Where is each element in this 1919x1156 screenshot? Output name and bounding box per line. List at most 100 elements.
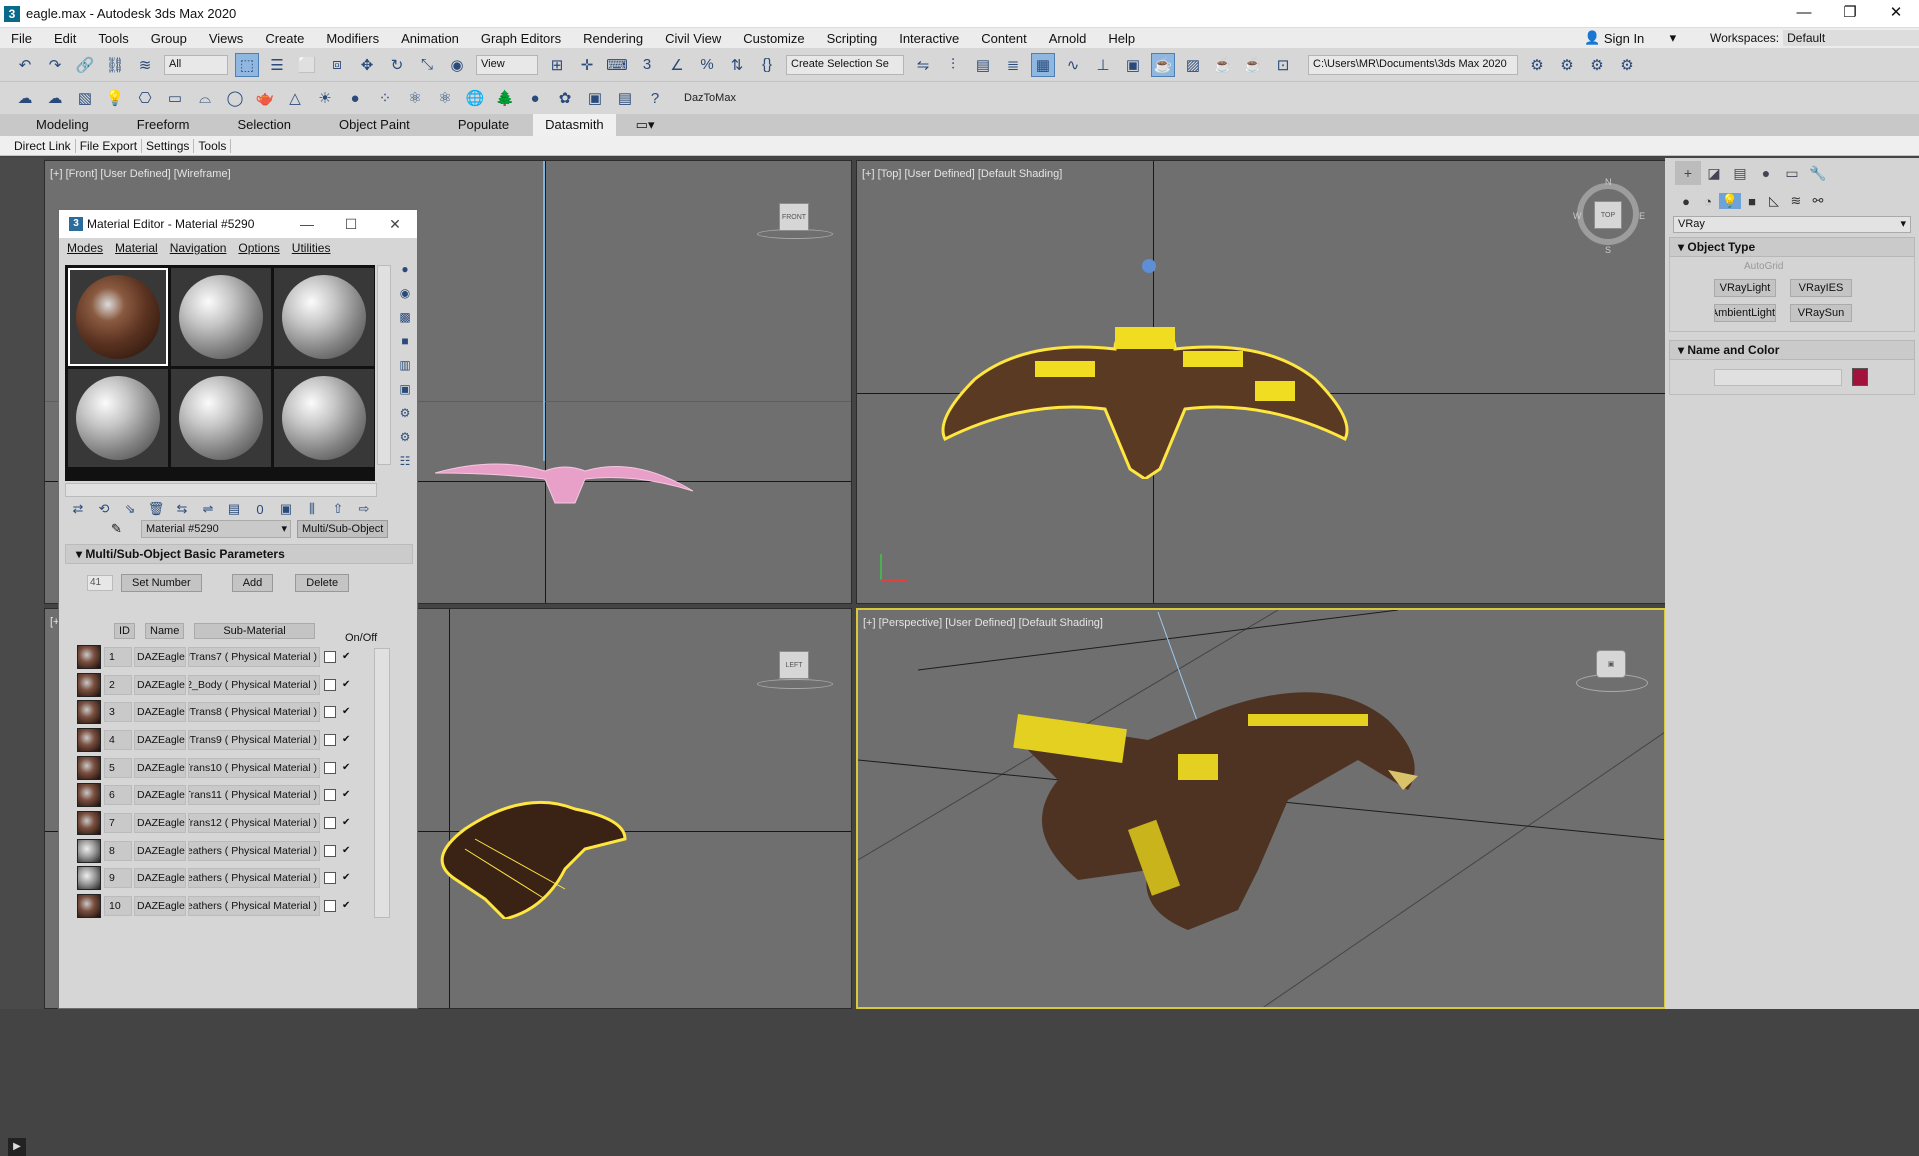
sun-icon[interactable]: ☀ [313,86,337,110]
me-maximize-button[interactable]: ☐ [329,216,373,233]
set-number-button[interactable]: Set Number [121,574,202,592]
table-row[interactable]: 9DAZEagle2DAZEagle2_SpinesFeathers ( Phy… [77,865,377,893]
object-color-swatch[interactable] [1852,368,1868,386]
utilities-tab-icon[interactable]: 🔧 [1805,161,1831,185]
row-name[interactable]: DAZEagle2 [134,785,186,806]
selection-filter-select[interactable]: All [164,54,228,75]
row-name[interactable]: DAZEagle2 [134,868,186,889]
dome-light-icon[interactable]: ⌓ [193,86,217,110]
motion-tab-icon[interactable]: ● [1753,161,1779,185]
snaps-toggle-icon[interactable]: 3 [635,53,659,77]
render-production-icon[interactable]: ☕ [1211,53,1235,77]
material-id-channel-icon[interactable]: 0 [247,502,273,517]
row-color-checkbox[interactable] [324,706,336,719]
multi-sub-object-rollout[interactable]: ▾ Multi/Sub-Object Basic Parameters [65,544,413,564]
menu-animation[interactable]: Animation [390,31,470,46]
row-name[interactable]: DAZEagle2 [134,812,186,833]
menu-file[interactable]: File [0,31,43,46]
keyboard-shortcut-icon[interactable]: ⌨ [605,53,629,77]
row-on-checkbox[interactable]: ✔ [342,817,354,829]
me-menu-modes[interactable]: Modes [63,241,111,255]
sample-slot[interactable] [68,369,168,467]
go-to-parent-icon[interactable]: ⇧ [325,501,351,517]
backlight-icon[interactable]: ◉ [395,286,415,310]
row-submaterial-button[interactable]: DAZEagle2_BodyTrans7 ( Physical Material… [188,646,320,667]
options-icon[interactable]: ⚙ [395,406,415,430]
row-name[interactable]: DAZEagle2 [134,646,186,667]
rect-selection-icon[interactable]: ⬜ [295,53,319,77]
submaterial-swatch[interactable] [77,672,101,697]
percent-snap-icon[interactable]: % [695,53,719,77]
tab-populate[interactable]: Populate [434,114,533,136]
autogrid-checkbox[interactable]: AutoGrid [1674,261,1910,277]
window-crossing-icon[interactable]: ⧈ [325,53,349,77]
angle-snap-icon[interactable]: ∠ [665,53,689,77]
menu-tools[interactable]: Tools [87,31,139,46]
sign-in-button[interactable]: 👤 Sign In ▾ [1584,28,1676,48]
pivot-icon[interactable]: ⊞ [545,53,569,77]
menu-graph-editors[interactable]: Graph Editors [470,31,572,46]
set-project-icon[interactable]: ⚙ [1555,53,1579,77]
add-button[interactable]: Add [231,574,274,592]
show-shaded-icon[interactable]: ▣ [273,501,299,517]
col-name[interactable]: Name [145,623,185,639]
menu-customize[interactable]: Customize [732,31,815,46]
globe-icon[interactable]: 🌐 [463,86,487,110]
name-color-rollout[interactable]: ▾ Name and Color [1669,340,1915,360]
hierarchy-tab-icon[interactable]: ▤ [1727,161,1753,185]
submaterial-swatch[interactable] [77,810,101,835]
helpers-icon[interactable]: ◺ [1763,193,1785,209]
menu-arnold[interactable]: Arnold [1038,31,1098,46]
show-end-result-icon[interactable]: ⫼ [299,501,325,517]
sphere-icon[interactable]: ● [343,86,367,110]
ribbon-options-icon[interactable]: ▭▾ [616,114,675,136]
row-on-checkbox[interactable]: ✔ [342,734,354,746]
project-folder-icon[interactable]: ⚙ [1525,53,1549,77]
slots-vertical-scrollbar[interactable] [377,265,391,465]
get-material-icon[interactable]: ⇄ [65,501,91,517]
daztomax-label[interactable]: DazToMax [684,92,736,104]
render-icon[interactable]: ▣ [583,86,607,110]
reset-map-icon[interactable]: 🗑 [143,501,169,517]
make-unique-icon[interactable]: ⇌ [195,501,221,517]
menu-interactive[interactable]: Interactive [888,31,970,46]
image-icon[interactable]: ▧ [73,86,97,110]
category-select[interactable]: VRay ▾ [1673,216,1911,233]
material-type-button[interactable]: Multi/Sub-Object [297,520,389,538]
row-color-checkbox[interactable] [324,789,336,802]
table-row[interactable]: 10DAZEagle2DAZEagle2_LegFeathers ( Physi… [77,892,377,920]
row-submaterial-button[interactable]: DAZEagle2_BodyTrans12 ( Physical Materia… [188,812,320,833]
sample-slot[interactable] [68,268,168,366]
row-color-checkbox[interactable] [324,900,336,913]
col-submaterial[interactable]: Sub-Material [194,623,315,639]
material-editor-icon[interactable]: ▣ [1121,53,1145,77]
palette-icon[interactable]: ✿ [553,86,577,110]
menu-views[interactable]: Views [198,31,254,46]
toggle-ribbon-icon[interactable]: ▦ [1031,52,1055,77]
material-navigator-icon[interactable]: ☷ [395,454,415,478]
viewcube-front[interactable]: FRONT [779,203,809,231]
row-name[interactable]: DAZEagle2 [134,757,186,778]
sample-slot[interactable] [274,268,374,366]
menu-content[interactable]: Content [970,31,1038,46]
frame-buffer-icon[interactable]: ▤ [613,86,637,110]
grid-icon[interactable]: ⁘ [373,86,397,110]
object-type-rollout[interactable]: ▾ Object Type [1669,237,1915,257]
camera-icon[interactable]: ⎔ [133,86,157,110]
geometry-icon[interactable]: ● [1675,194,1697,209]
submaterial-swatch[interactable] [77,838,101,863]
menu-rendering[interactable]: Rendering [572,31,654,46]
cameras-icon[interactable]: ■ [1741,194,1763,209]
me-close-button[interactable]: ✕ [373,216,417,233]
slots-horizontal-scrollbar[interactable] [65,483,377,497]
minimize-button[interactable]: — [1781,0,1827,28]
row-submaterial-button[interactable]: DAZEagle2_BodyTrans11 ( Physical Materia… [188,785,320,806]
named-selection-set-select[interactable]: Create Selection Se [786,54,904,75]
sample-slot[interactable] [274,369,374,467]
put-to-library-icon[interactable]: ▤ [221,501,247,517]
mirror-icon[interactable]: ⇋ [911,53,935,77]
me-menu-utilities[interactable]: Utilities [288,241,339,255]
put-to-scene-icon[interactable]: ⟲ [91,501,117,517]
row-name[interactable]: DAZEagle2 [134,674,186,695]
submaterial-swatch[interactable] [77,727,101,752]
